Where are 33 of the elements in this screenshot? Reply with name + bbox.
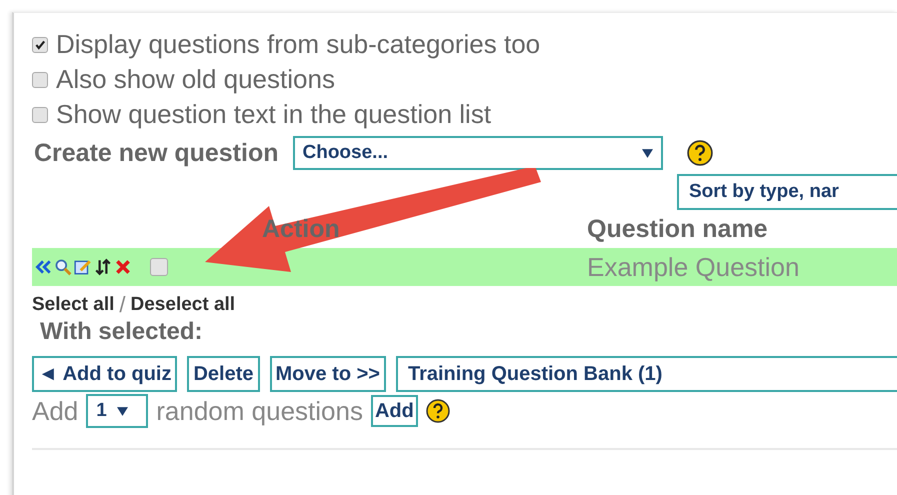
column-header: Question name (587, 214, 769, 244)
move-arrows-icon[interactable] (94, 258, 112, 276)
action-button[interactable]: ◄ Add to quiz (32, 356, 178, 392)
checkbox[interactable] (32, 36, 48, 52)
separator: / (119, 292, 126, 318)
caret-icon (642, 148, 652, 158)
add-button[interactable]: Add (370, 395, 418, 427)
double-chevron-icon[interactable] (34, 258, 52, 276)
random-label: random questions (156, 396, 363, 426)
edit-icon[interactable] (74, 258, 92, 276)
select-all-link[interactable]: Select all (32, 294, 114, 316)
count-select[interactable]: 1 (86, 394, 148, 428)
help-icon[interactable] (686, 140, 712, 166)
create-question-label: Create new question (34, 138, 278, 168)
row-checkbox[interactable] (150, 258, 168, 276)
delete-icon[interactable] (114, 258, 132, 276)
deselect-all-link[interactable]: Deselect all (130, 294, 236, 316)
checkbox[interactable] (32, 106, 48, 122)
sort-select[interactable]: Sort by type, nar (677, 174, 897, 210)
checkbox-label: Also show old questions (56, 64, 335, 95)
checkbox[interactable] (32, 72, 48, 88)
column-header: Action (262, 214, 340, 244)
action-button[interactable]: Move to >> (270, 356, 386, 392)
checkbox-label: Display questions from sub-categories too (56, 29, 540, 60)
action-button[interactable]: Delete (187, 356, 260, 392)
with-selected-label: With selected: (40, 318, 204, 346)
help-icon[interactable] (426, 399, 450, 423)
question-type-select[interactable]: Choose... (292, 136, 662, 170)
checkbox-label: Show question text in the question list (56, 99, 492, 130)
magnifier-icon[interactable] (54, 258, 72, 276)
random-label: Add (32, 396, 78, 426)
category-select[interactable]: Training Question Bank (1) (396, 356, 897, 392)
caret-icon (116, 406, 128, 416)
